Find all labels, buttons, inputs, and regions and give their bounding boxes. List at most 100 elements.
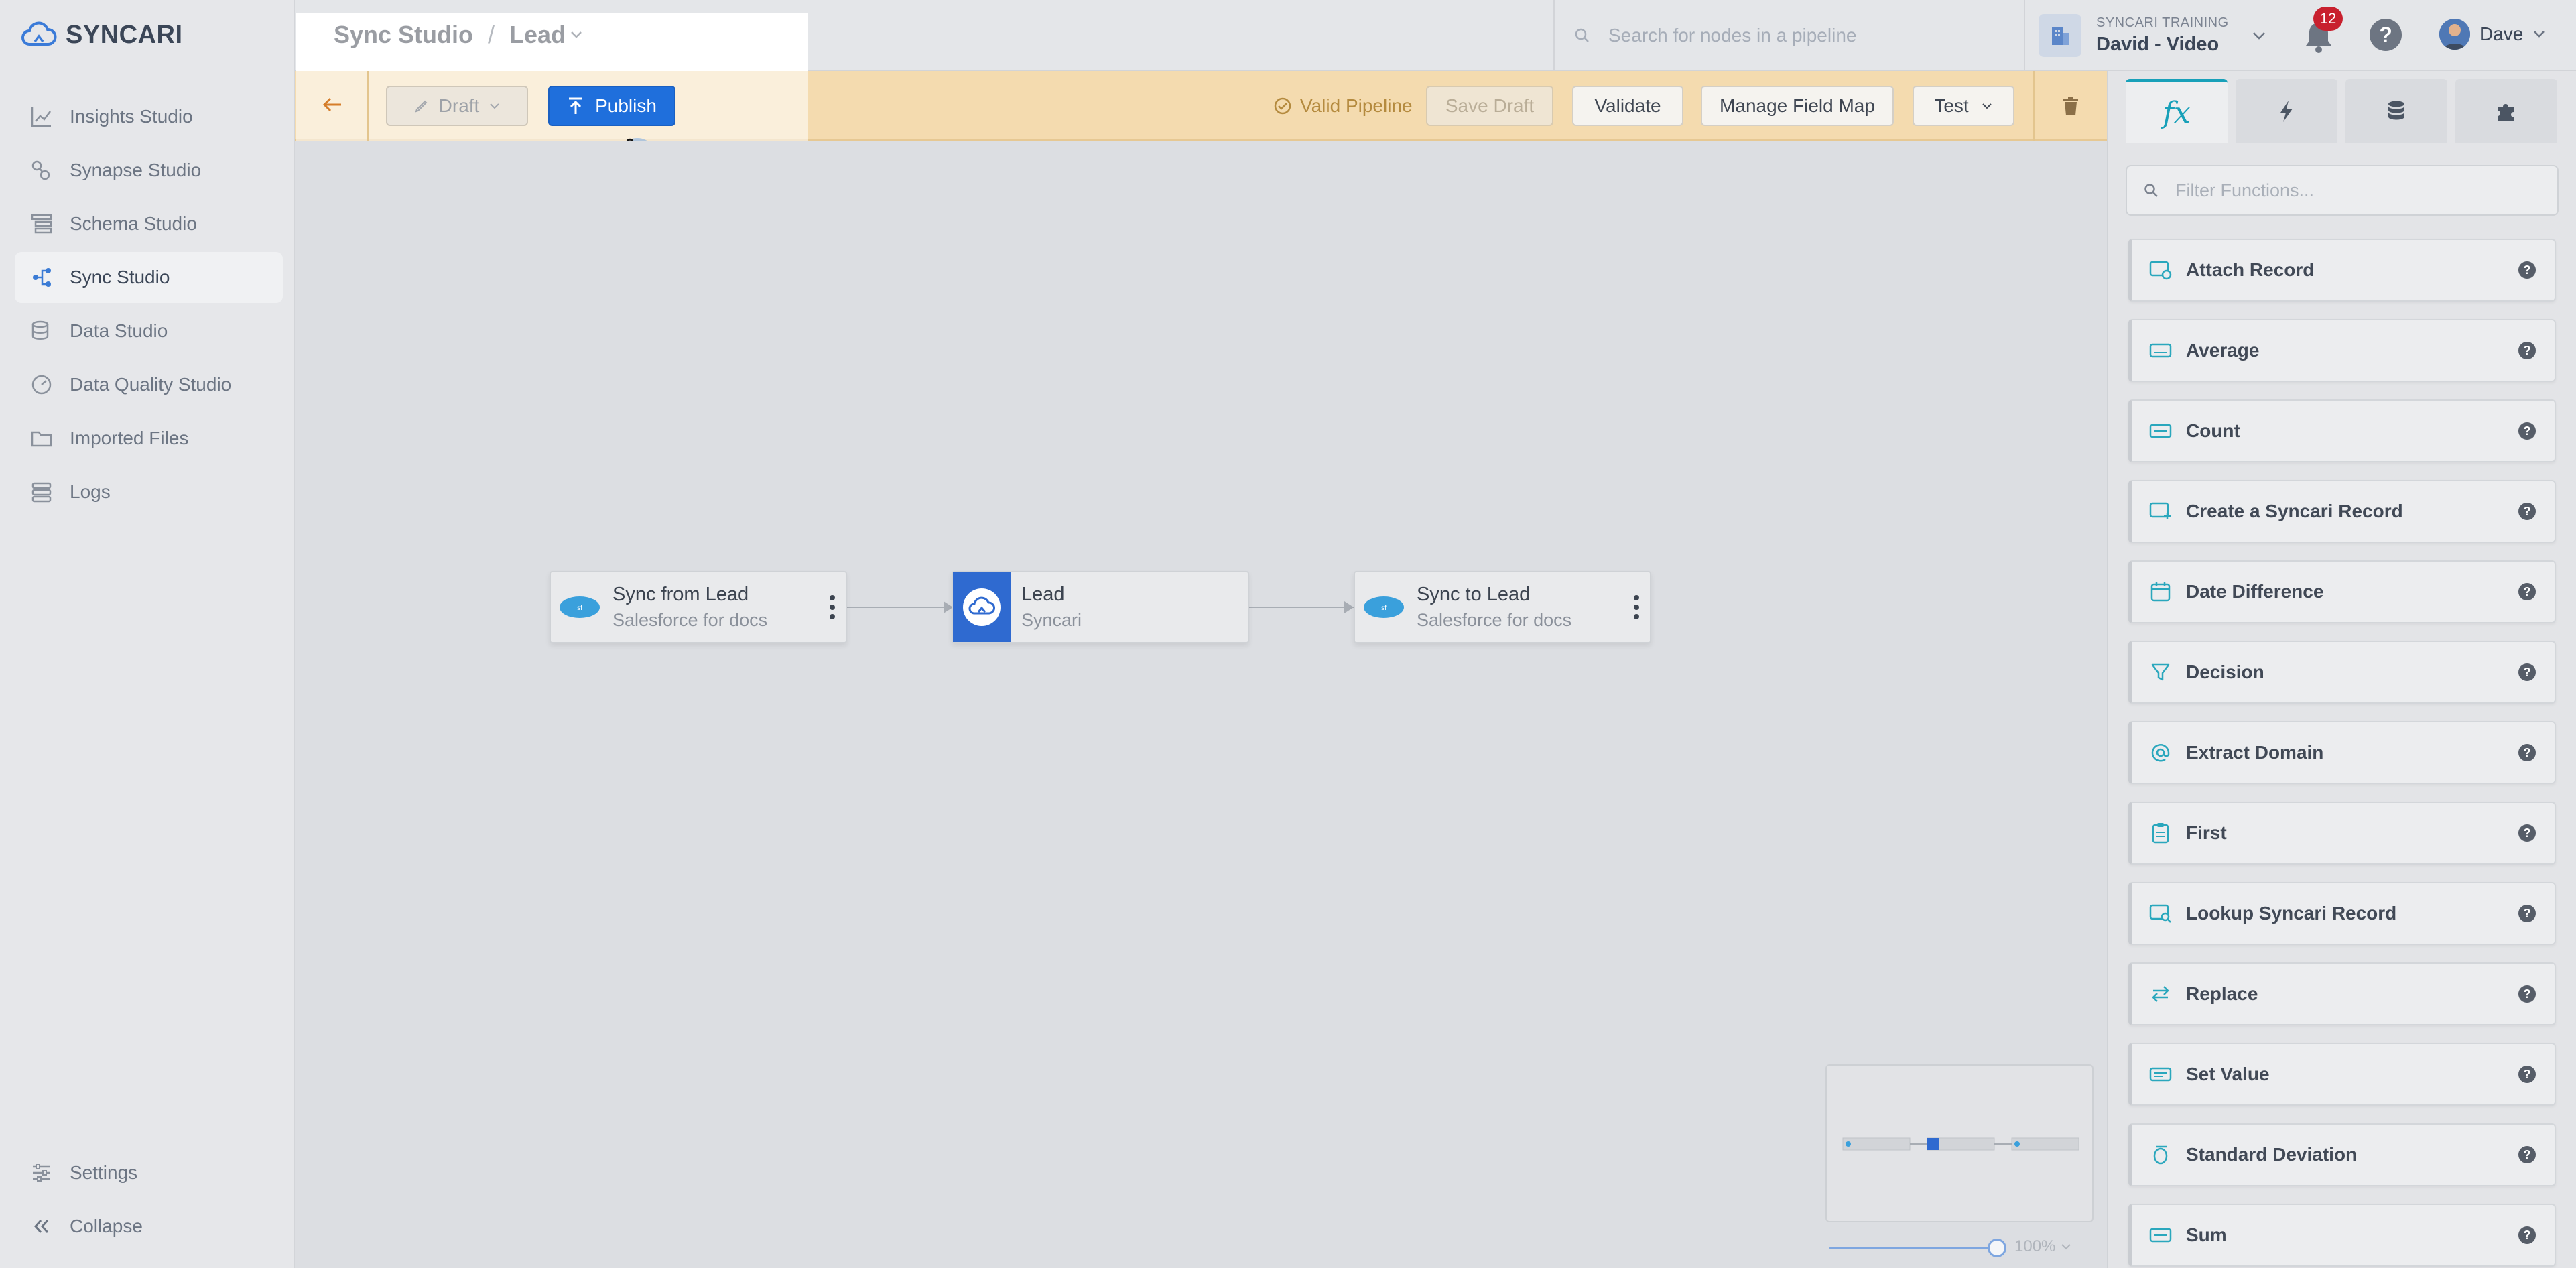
node-search[interactable]: Search for nodes in a pipeline [1553,0,2025,71]
manage-field-map-button[interactable]: Manage Field Map [1701,86,1894,126]
help-icon[interactable]: ? [2370,19,2402,51]
tab-triggers[interactable] [2236,79,2337,143]
draft-version-dropdown[interactable]: Draft [386,86,528,126]
test-label: Test [1934,95,1969,116]
kebab-menu-icon[interactable] [1623,594,1650,621]
pipeline-node-destination[interactable]: sf Sync to Lead Salesforce for docs [1354,571,1651,643]
info-icon[interactable]: ? [2518,583,2536,600]
functions-icon: fx [2163,95,2191,130]
sidebar-item-label: Logs [70,481,111,502]
folder-icon [28,425,55,452]
filter-placeholder: Filter Functions... [2175,180,2315,200]
building-icon [2039,14,2081,57]
sidebar-item-synapse-studio[interactable]: Synapse Studio [15,145,283,196]
sidebar-item-logs[interactable]: Logs [15,466,283,517]
check-circle-icon [1274,97,1291,115]
back-button[interactable] [312,83,352,126]
info-icon[interactable]: ? [2518,503,2536,520]
draft-label: Draft [438,95,480,116]
pipeline-node-source[interactable]: sf Sync from Lead Salesforce for docs [550,571,847,643]
function-item[interactable]: Create a Syncari Record ? [2128,480,2556,543]
filter-functions-input[interactable]: Filter Functions... [2126,165,2559,216]
kebab-menu-icon[interactable] [819,594,846,621]
function-label: Count [2186,420,2240,441]
zoom-level-dropdown[interactable]: 100% [2014,1237,2071,1256]
gauge-icon [28,371,55,398]
function-item[interactable]: Count ? [2128,399,2556,462]
sidebar-item-label: Imported Files [70,428,189,448]
chart-icon [28,103,55,130]
minimap[interactable] [1825,1064,2094,1222]
info-icon[interactable]: ? [2518,1226,2536,1244]
breadcrumb-root[interactable]: Sync Studio [334,21,473,49]
sidebar-item-label: Schema Studio [70,213,197,234]
toolbar-divider [2033,71,2035,141]
function-item[interactable]: First ? [2128,802,2556,865]
syncari-logo[interactable]: SYNCARI [20,17,183,52]
field-map-label: Manage Field Map [1720,95,1875,116]
sidebar-item-imported-files[interactable]: Imported Files [15,413,283,464]
function-item[interactable]: Decision ? [2128,641,2556,704]
user-menu[interactable]: Dave [2439,19,2546,50]
info-icon[interactable]: ? [2518,824,2536,842]
info-icon[interactable]: ? [2518,985,2536,1003]
function-label: First [2186,822,2227,843]
function-item[interactable]: Average ? [2128,319,2556,382]
function-item[interactable]: Attach Record ? [2128,239,2556,302]
function-item[interactable]: Set Value ? [2128,1043,2556,1106]
info-icon[interactable]: ? [2518,1146,2536,1163]
function-item[interactable]: Standard Deviation ? [2128,1123,2556,1186]
function-item[interactable]: Date Difference ? [2128,560,2556,623]
info-icon[interactable]: ? [2518,744,2536,761]
info-icon[interactable]: ? [2518,422,2536,440]
tab-extensions[interactable] [2455,79,2557,143]
swap-icon [2147,980,2174,1007]
collapse-button[interactable]: Collapse [15,1201,283,1252]
info-icon[interactable]: ? [2518,342,2536,359]
funnel-icon [2147,659,2174,686]
sidebar-item-sync-studio[interactable]: Sync Studio [15,252,283,303]
publish-button[interactable]: Publish [548,86,675,126]
zoom-slider-track[interactable] [1829,1247,1998,1249]
function-label: Create a Syncari Record [2186,501,2403,521]
zoom-level: 100% [2014,1237,2056,1255]
salesforce-icon: sf [551,572,608,642]
zoom-slider-handle[interactable] [1988,1239,2006,1257]
validate-button[interactable]: Validate [1572,86,1683,126]
function-label: Decision [2186,661,2264,682]
function-item[interactable]: Extract Domain ? [2128,721,2556,784]
svg-text:sf: sf [577,605,582,612]
sidebar-item-label: Synapse Studio [70,160,202,180]
sidebar-item-insights-studio[interactable]: Insights Studio [15,91,283,142]
function-item[interactable]: Sum ? [2128,1204,2556,1267]
settings-link[interactable]: Settings [15,1147,283,1198]
delete-pipeline-button[interactable] [2051,86,2091,126]
pipeline-node-entity[interactable]: Lead Syncari [952,571,1249,643]
tab-data[interactable] [2345,79,2447,143]
function-item[interactable]: Replace ? [2128,962,2556,1025]
save-draft-button[interactable]: Save Draft [1426,86,1553,126]
svg-text:sf: sf [1381,605,1387,612]
node-title: Lead [1021,584,1065,605]
info-icon[interactable]: ? [2518,1066,2536,1083]
org-switcher[interactable]: SYNCARI TRAINING David - Video [2025,0,2287,71]
function-item[interactable]: Lookup Syncari Record ? [2128,882,2556,945]
bolt-icon [2280,101,2293,122]
info-icon[interactable]: ? [2518,905,2536,922]
test-dropdown[interactable]: Test [1913,86,2014,126]
attach-record-icon [2147,257,2174,283]
tab-functions[interactable]: fx [2126,79,2228,143]
schema-icon [28,210,55,237]
settings-label: Settings [70,1162,138,1183]
sidebar-item-schema-studio[interactable]: Schema Studio [15,198,283,249]
breadcrumb-current: Lead [509,21,566,48]
info-icon[interactable]: ? [2518,261,2536,279]
sidebar-item-data-quality-studio[interactable]: Data Quality Studio [15,359,283,410]
sum-icon [2147,1222,2174,1249]
info-icon[interactable]: ? [2518,663,2536,681]
search-input[interactable]: Search for nodes in a pipeline [1608,25,1856,46]
pipeline-edge [1248,607,1354,608]
sidebar-item-data-studio[interactable]: Data Studio [15,306,283,357]
pipeline-selector[interactable]: Lead [509,21,583,49]
function-label: Average [2186,340,2260,361]
